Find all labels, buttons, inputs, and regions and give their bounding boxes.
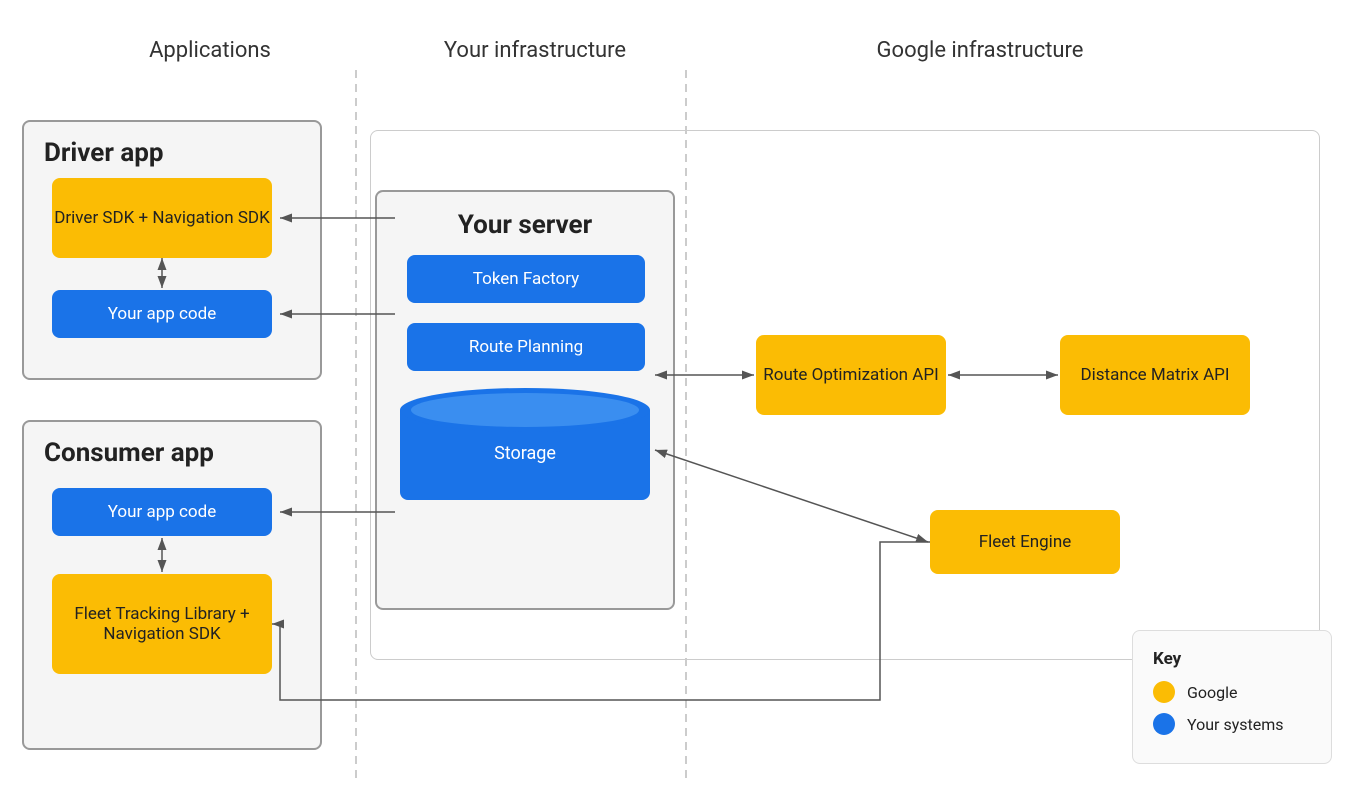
route-planning-box: Route Planning [407, 323, 645, 371]
distance-matrix-label: Distance Matrix API [1080, 365, 1229, 385]
route-opt-label: Route Optimization API [763, 365, 938, 385]
key-your-systems-item: Your systems [1153, 713, 1311, 735]
key-google-label: Google [1187, 683, 1238, 702]
storage-container: Storage [400, 388, 650, 506]
fleet-tracking-box: Fleet Tracking Library + Navigation SDK [52, 574, 272, 674]
fleet-engine-box: Fleet Engine [930, 510, 1120, 574]
storage-label: Storage [494, 443, 556, 464]
google-infrastructure-header: Google infrastructure [760, 38, 1200, 63]
consumer-appcode-label: Your app code [108, 502, 216, 522]
consumer-app-title: Consumer app [24, 422, 320, 478]
applications-header: Applications [80, 38, 340, 63]
driver-appcode-label: Your app code [108, 304, 216, 324]
key-google-item: Google [1153, 681, 1311, 703]
driver-sdk-label: Driver SDK + Navigation SDK [54, 208, 270, 228]
your-infrastructure-header: Your infrastructure [400, 38, 670, 63]
key-title: Key [1153, 649, 1311, 669]
token-factory-box: Token Factory [407, 255, 645, 303]
google-color-circle [1153, 681, 1175, 703]
your-systems-color-circle [1153, 713, 1175, 735]
driver-appcode-box: Your app code [52, 290, 272, 338]
key-box: Key Google Your systems [1132, 630, 1332, 764]
route-opt-box: Route Optimization API [756, 335, 946, 415]
token-factory-label: Token Factory [473, 269, 579, 289]
driver-app-title: Driver app [24, 122, 320, 178]
fleet-engine-label: Fleet Engine [979, 532, 1071, 552]
diagram-container: Applications Your infrastructure Google … [0, 0, 1370, 802]
driver-sdk-box: Driver SDK + Navigation SDK [52, 178, 272, 258]
fleet-tracking-label: Fleet Tracking Library + Navigation SDK [52, 604, 272, 644]
route-planning-label: Route Planning [469, 337, 583, 357]
key-your-systems-label: Your systems [1187, 715, 1284, 734]
consumer-appcode-box: Your app code [52, 488, 272, 536]
distance-matrix-box: Distance Matrix API [1060, 335, 1250, 415]
server-box-title: Your server [377, 192, 673, 254]
